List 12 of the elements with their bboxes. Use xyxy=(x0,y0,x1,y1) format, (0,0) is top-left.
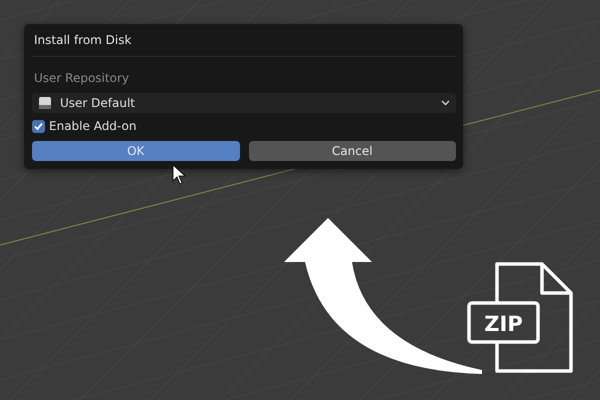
zip-label: ZIP xyxy=(484,312,523,336)
curved-arrow-icon xyxy=(284,218,482,374)
cancel-button[interactable]: Cancel xyxy=(248,141,456,161)
ok-button[interactable]: OK xyxy=(32,141,240,161)
checkbox-label: Enable Add-on xyxy=(49,119,136,133)
chevron-icon xyxy=(441,100,450,106)
repository-dropdown[interactable]: User Default xyxy=(32,93,456,113)
dialog-title: Install from Disk xyxy=(33,32,132,49)
mouse-cursor-icon xyxy=(172,164,186,185)
enable-checkbox[interactable] xyxy=(32,120,45,132)
zip-file-icon xyxy=(467,262,573,373)
section-label: User Repository xyxy=(33,71,130,85)
